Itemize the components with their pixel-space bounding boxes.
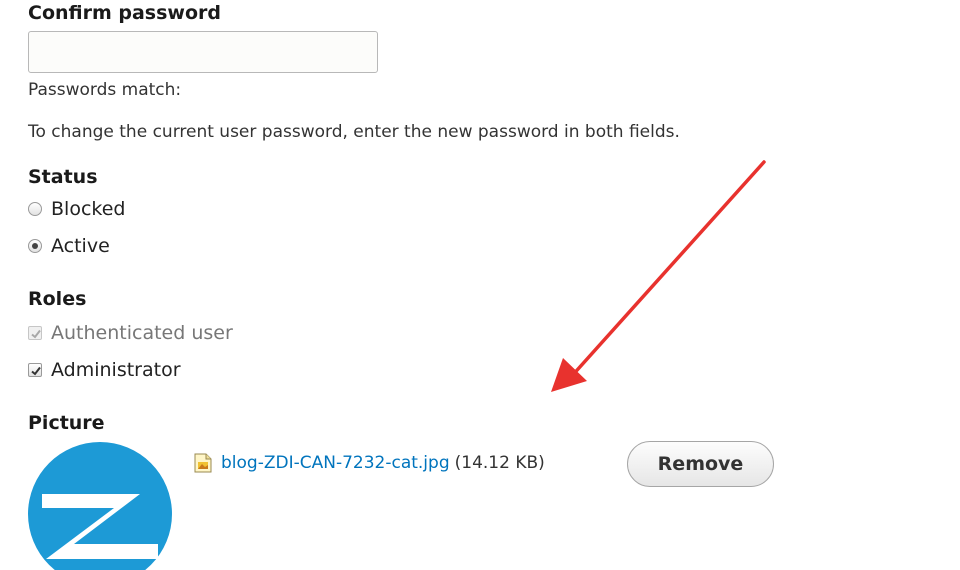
status-option-blocked[interactable]: Blocked xyxy=(28,198,125,220)
picture-label: Picture xyxy=(28,412,105,434)
remove-button[interactable]: Remove xyxy=(627,441,774,487)
status-option-active[interactable]: Active xyxy=(28,235,110,257)
role-option-administrator[interactable]: Administrator xyxy=(28,359,181,381)
picture-file-size: (14.12 KB) xyxy=(454,453,545,473)
confirm-password-label: Confirm password xyxy=(28,2,222,24)
authenticated-user-label: Authenticated user xyxy=(51,322,233,344)
picture-file-row: blog-ZDI-CAN-7232-cat.jpg (14.12 KB) xyxy=(194,453,545,473)
active-radio[interactable] xyxy=(28,239,42,253)
role-option-authenticated-user: Authenticated user xyxy=(28,322,233,344)
active-label: Active xyxy=(51,235,110,257)
administrator-checkbox[interactable] xyxy=(28,363,42,377)
administrator-label: Administrator xyxy=(51,359,181,381)
image-file-icon xyxy=(194,453,212,473)
password-description: To change the current user password, ent… xyxy=(28,122,680,142)
confirm-password-field[interactable] xyxy=(28,31,378,73)
roles-label: Roles xyxy=(28,288,87,310)
blocked-label: Blocked xyxy=(51,198,126,220)
authenticated-user-checkbox xyxy=(28,326,42,340)
passwords-match-text: Passwords match: xyxy=(28,80,182,100)
picture-file-link[interactable]: blog-ZDI-CAN-7232-cat.jpg xyxy=(221,453,450,473)
blocked-radio[interactable] xyxy=(28,202,42,216)
status-label: Status xyxy=(28,166,98,188)
zdi-logo-avatar xyxy=(28,442,172,570)
